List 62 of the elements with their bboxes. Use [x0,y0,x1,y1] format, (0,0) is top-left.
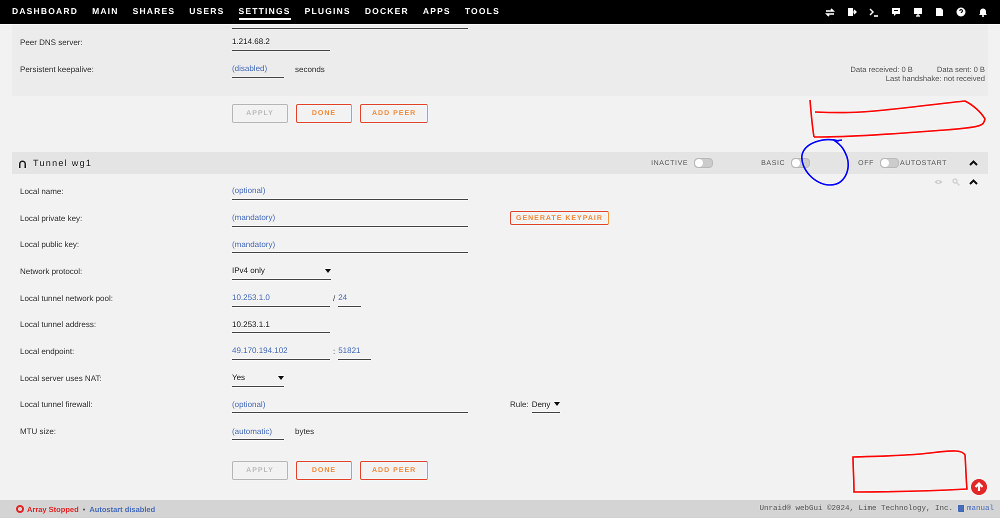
tunnel-title: Tunnel wg1 [33,158,92,168]
toggle-switch[interactable] [880,158,899,168]
message-icon[interactable] [891,7,901,17]
input-field[interactable]: 1.214.68.2 [232,34,330,51]
dropdown[interactable]: Deny [532,396,560,414]
caret-icon [325,268,331,273]
bell-icon[interactable] [978,7,988,17]
scroll-top-button[interactable] [971,479,987,495]
nav-tab[interactable]: APPS [422,4,451,20]
logout-icon[interactable] [847,7,857,17]
nav-tab[interactable]: DOCKER [364,4,409,20]
arch-icon [18,158,27,168]
input-field[interactable]: 24 [338,290,362,307]
nav-tab[interactable]: SHARES [132,4,176,20]
field-label: Local server uses NAT: [20,374,103,383]
unit-label: bytes [295,427,314,436]
caret-icon [554,402,560,406]
nav-tab[interactable]: PLUGINS [304,4,351,20]
input-field[interactable]: (mandatory) [232,210,468,227]
input-field[interactable]: 49.170.194.102 [232,342,330,360]
nav-tab[interactable]: MAIN [92,4,119,20]
input-field[interactable]: (disabled) [232,60,284,78]
input-field[interactable]: 51821 [338,342,372,360]
field-label: Local endpoint: [20,346,76,356]
separator-text: : [333,346,336,356]
unit-label: seconds [295,64,325,74]
field-label: Persistent keepalive: [20,64,95,74]
monitor-icon[interactable] [913,7,923,17]
field-label: MTU size: [20,427,57,436]
toggle-switch[interactable] [791,158,810,168]
field-label: Local public key: [20,240,80,250]
stopped-icon [16,505,24,513]
nav-tab[interactable]: SETTINGS [238,4,291,20]
nav-tab[interactable]: USERS [189,4,225,20]
toggle-switch[interactable] [694,158,714,168]
rule-label: Rule: [510,400,529,410]
swap-icon[interactable] [825,8,835,16]
field-label: Local tunnel firewall: [20,400,94,410]
caret-icon [278,376,284,380]
input-field[interactable]: (mandatory) [232,236,468,254]
input-field[interactable]: 10.253.1.1 [232,316,330,334]
field-label: Local tunnel network pool: [20,294,114,303]
book-icon [956,505,964,513]
nav-tab[interactable]: TOOLS [464,4,500,20]
input-field[interactable]: 10.253.1.0 [232,290,330,307]
dropdown[interactable]: IPv4 only [232,262,331,280]
dropdown[interactable]: Yes [232,370,284,387]
field-label: Peer DNS server: [20,38,84,47]
input-field[interactable]: (optional) [232,182,468,200]
collapse-icon[interactable] [969,179,978,185]
separator-text: / [333,294,336,303]
help-icon[interactable] [956,7,966,17]
field-label: Local private key: [20,214,84,223]
field-label: Local tunnel address: [20,320,98,330]
collapse-icon[interactable] [969,160,978,166]
document-icon[interactable] [935,7,944,17]
terminal-icon[interactable] [869,8,879,16]
input-field[interactable]: (optional) [232,396,468,414]
nav-tab[interactable]: DASHBOARD [12,4,78,20]
field-label: Local name: [20,186,65,196]
field-label: Network protocol: [20,266,84,276]
input-field[interactable]: (automatic) [232,423,284,440]
